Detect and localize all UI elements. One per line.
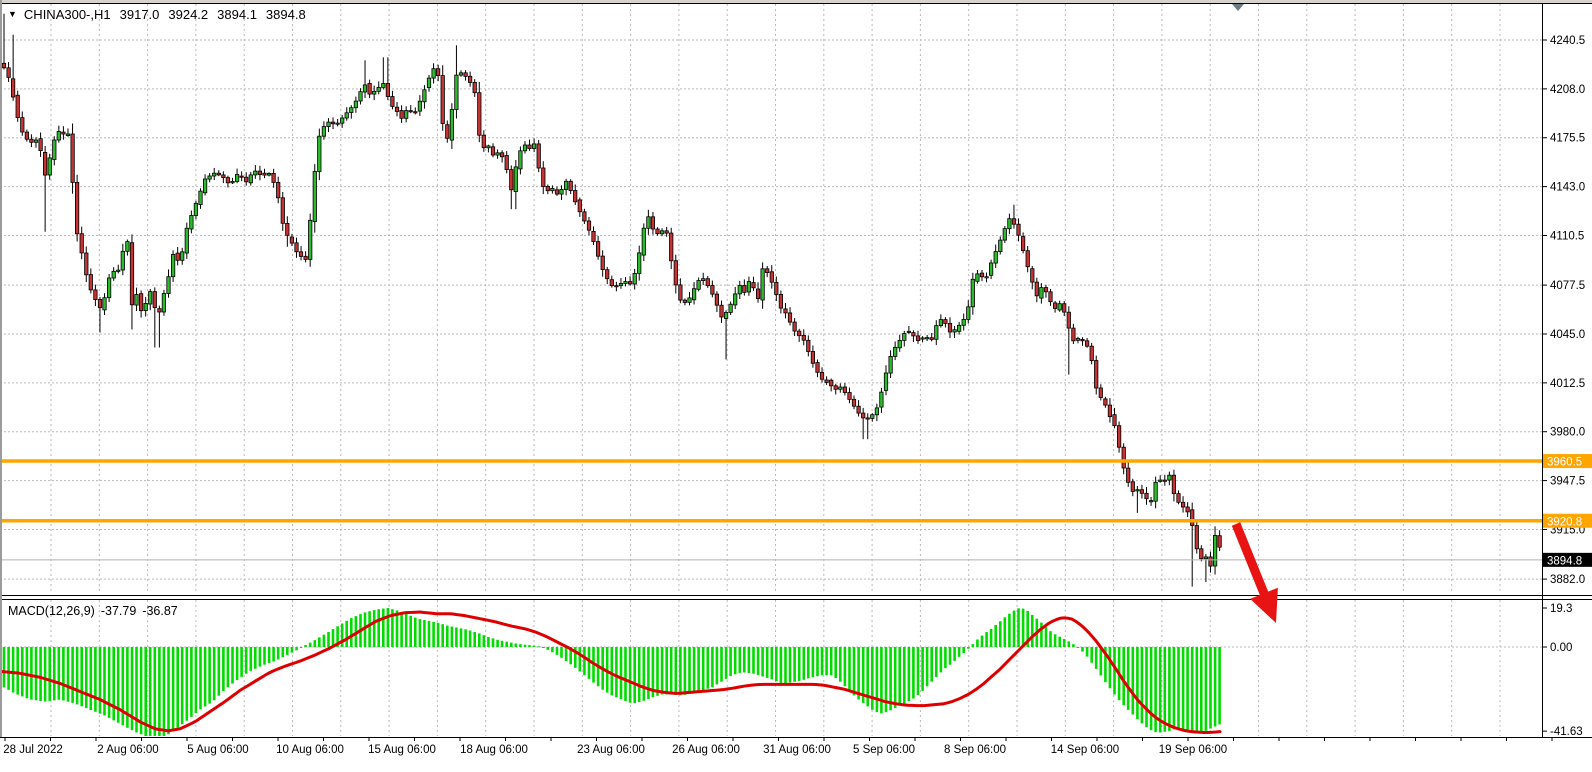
macd-tick-label: 0.00 xyxy=(1550,642,1572,654)
symbol-timeframe-label: CHINA300-,H1 xyxy=(24,7,111,22)
time-tick-label: 10 Aug 06:00 xyxy=(276,744,344,756)
symbol-info-bar: ▼ CHINA300-,H1 3917.0 3924.2 3894.1 3894… xyxy=(8,7,306,22)
price-tick-label: 4012.5 xyxy=(1550,378,1585,390)
price-tick-label: 3882.0 xyxy=(1550,574,1585,586)
level-price-tag-label: 3960.5 xyxy=(1547,457,1582,469)
macd-main-value: -37.79 xyxy=(101,604,136,618)
ohlc-dropdown-icon[interactable]: ▼ xyxy=(8,8,17,21)
price-tick-label: 4175.5 xyxy=(1550,133,1585,145)
time-tick-label: 14 Sep 06:00 xyxy=(1051,744,1119,756)
chart-window: 4240.5 4208.0 4175.5 4143.0 4110.5 4077.5 4045… xyxy=(0,0,1592,772)
macd-tick-label: -41.63 xyxy=(1550,726,1583,738)
time-tick-label: 31 Aug 06:00 xyxy=(763,744,831,756)
price-tick-label: 4240.5 xyxy=(1550,35,1585,47)
price-tick-label: 4045.0 xyxy=(1550,329,1585,341)
high-value: 3924.2 xyxy=(168,7,208,22)
low-value: 3894.1 xyxy=(217,7,257,22)
macd-indicator-bar: MACD(12,26,9) -37.79 -36.87 xyxy=(8,604,178,618)
time-tick-label: 19 Sep 06:00 xyxy=(1159,744,1227,756)
macd-signal-value: -36.87 xyxy=(142,604,177,618)
open-value: 3917.0 xyxy=(120,7,160,22)
time-tick-label: 23 Aug 06:00 xyxy=(577,744,645,756)
macd-indicator-label: MACD(12,26,9) xyxy=(8,604,95,618)
price-tick-label: 3980.0 xyxy=(1550,427,1585,439)
time-tick-label: 2 Aug 06:00 xyxy=(97,744,158,756)
price-tick-label: 4110.5 xyxy=(1550,230,1584,242)
level-price-tag-label: 3920.8 xyxy=(1547,516,1582,528)
time-tick-label: 8 Sep 06:00 xyxy=(944,744,1006,756)
time-tick-label: 5 Sep 06:00 xyxy=(853,744,915,756)
time-tick-label: 15 Aug 06:00 xyxy=(368,744,436,756)
time-tick-label: 28 Jul 2022 xyxy=(3,744,62,756)
macd-tick-label: 19.3 xyxy=(1550,603,1572,615)
price-chart-canvas[interactable]: 4240.5 4208.0 4175.5 4143.0 4110.5 4077.5 4045… xyxy=(0,0,1592,772)
close-value: 3894.8 xyxy=(266,7,306,22)
price-tick-label: 3947.5 xyxy=(1550,476,1585,488)
price-tick-label: 4143.0 xyxy=(1550,182,1585,194)
chart-background xyxy=(0,0,1592,772)
window-frame-left xyxy=(0,0,2,737)
window-frame-top xyxy=(0,0,1592,3)
time-tick-label: 26 Aug 06:00 xyxy=(672,744,740,756)
last-price-tag-label: 3894.8 xyxy=(1547,555,1582,567)
price-tick-label: 4077.5 xyxy=(1550,280,1585,292)
time-tick-label: 5 Aug 06:00 xyxy=(187,744,248,756)
price-tick-label: 4208.0 xyxy=(1550,84,1585,96)
time-tick-label: 18 Aug 06:00 xyxy=(460,744,528,756)
